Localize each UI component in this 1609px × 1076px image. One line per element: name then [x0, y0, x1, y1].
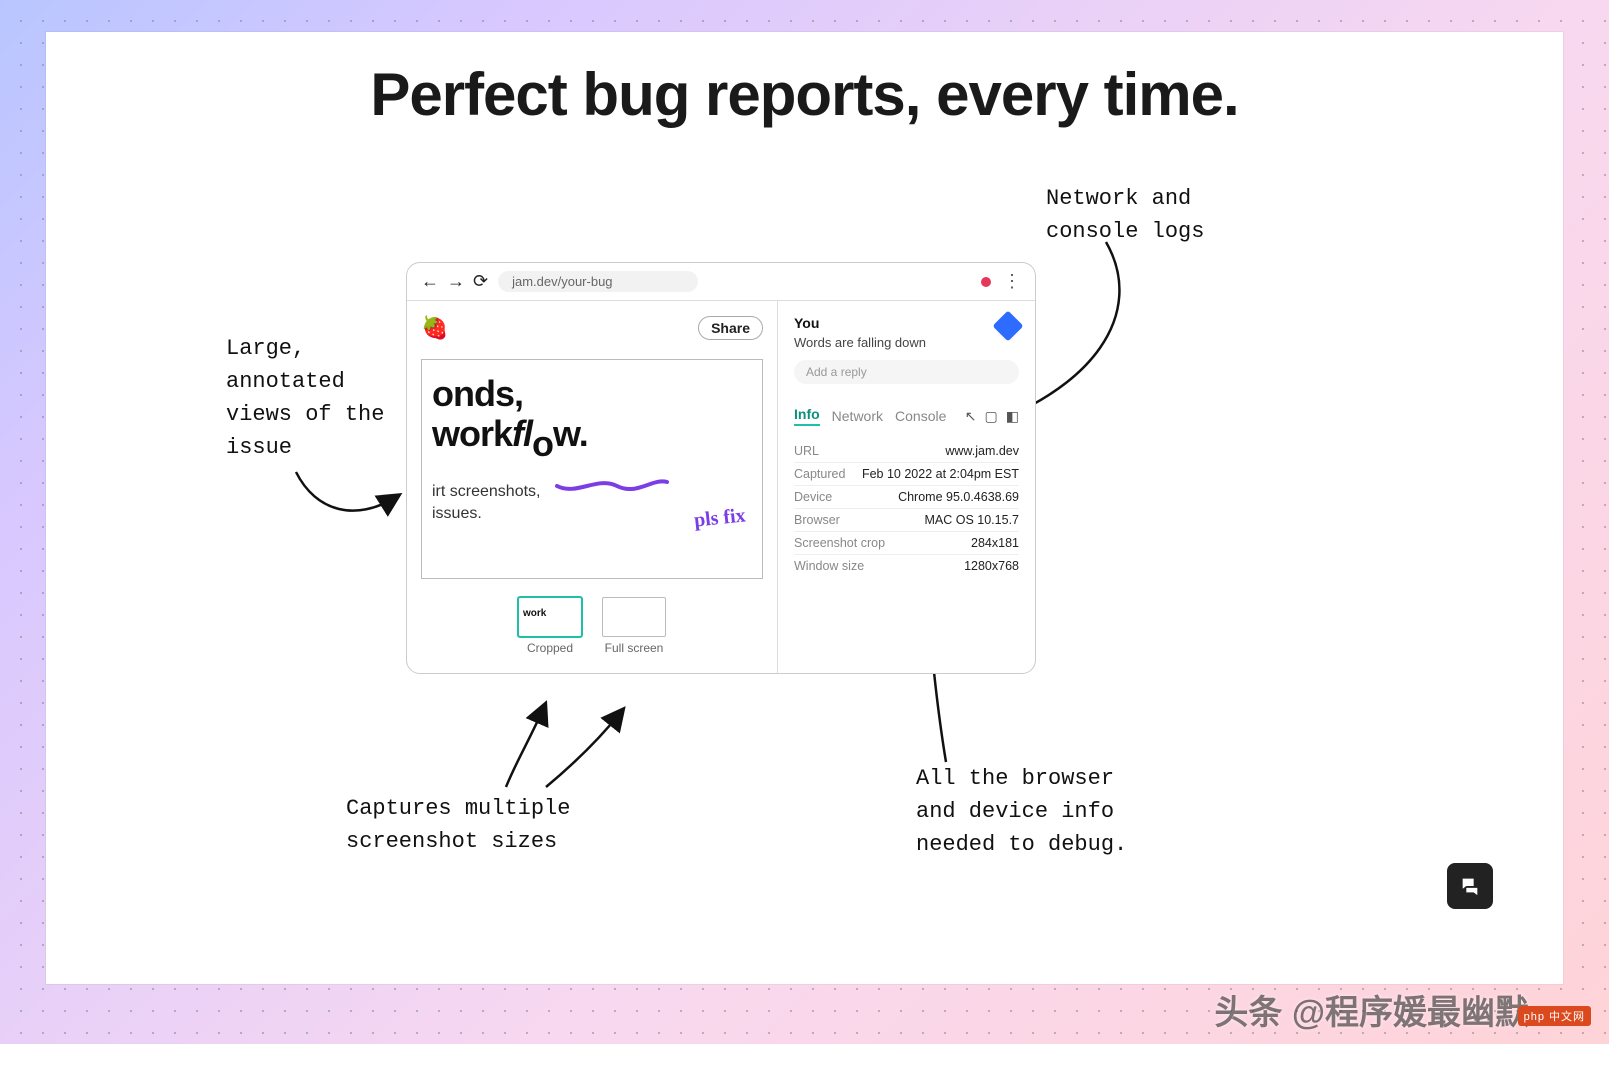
- window-outline-icon[interactable]: ▢: [985, 408, 998, 425]
- split-view-icon[interactable]: ◧: [1006, 408, 1019, 425]
- strawberry-icon: 🍓: [421, 315, 448, 341]
- thumb-fullscreen-image: [602, 597, 666, 637]
- extension-dot-icon[interactable]: [981, 277, 991, 287]
- info-row: BrowserMAC OS 10.15.7: [794, 508, 1019, 531]
- reply-input[interactable]: Add a reply: [794, 360, 1019, 384]
- annotation-bottom-left: Captures multiple screenshot sizes: [346, 792, 570, 858]
- watermark-badge: php 中文网: [1518, 1006, 1591, 1026]
- forward-icon[interactable]: →: [447, 271, 465, 292]
- page-title: Perfect bug reports, every time.: [46, 62, 1563, 128]
- annotation-right: Network and console logs: [1046, 182, 1204, 248]
- thumb-fullscreen-label: Full screen: [605, 641, 664, 655]
- screenshot-text-line1: onds,: [432, 373, 523, 414]
- squiggle-annotation-icon: [552, 468, 672, 498]
- comment-text: Words are falling down: [794, 335, 926, 350]
- tab-network[interactable]: Network: [832, 408, 883, 424]
- tab-console[interactable]: Console: [895, 408, 946, 424]
- screenshot-frame[interactable]: onds, workflow. irt screenshots, issues.…: [421, 359, 763, 579]
- screenshot-pane: 🍓 Share onds, workflow. irt screenshots,…: [407, 301, 777, 673]
- cursor-arrow-icon[interactable]: ↖: [965, 408, 977, 425]
- screenshot-text-line2w: w.: [553, 413, 588, 454]
- info-row: DeviceChrome 95.0.4638.69: [794, 485, 1019, 508]
- chat-bubbles-icon: [1459, 875, 1481, 897]
- back-icon[interactable]: ←: [421, 271, 439, 292]
- browser-window: ← → ⟳ jam.dev/your-bug ⋮ 🍓 Share onds,: [406, 262, 1036, 674]
- annotation-bottom-right: All the browser and device info needed t…: [916, 762, 1127, 861]
- info-table: URLwww.jam.dev CapturedFeb 10 2022 at 2:…: [794, 440, 1019, 577]
- thumb-cropped-label: Cropped: [527, 641, 573, 655]
- thumb-cropped[interactable]: Cropped: [518, 597, 582, 655]
- kebab-menu-icon[interactable]: ⋮: [1003, 271, 1021, 292]
- thumb-fullscreen[interactable]: Full screen: [602, 597, 666, 655]
- info-row: Screenshot crop284x181: [794, 531, 1019, 554]
- handwritten-note: pls fix: [693, 504, 747, 532]
- annotation-left: Large, annotated views of the issue: [226, 332, 426, 464]
- screenshot-text-line2fl: fl: [512, 413, 532, 454]
- info-row: URLwww.jam.dev: [794, 440, 1019, 462]
- comment-author: You: [794, 315, 926, 331]
- screenshot-text-line2o: o: [532, 424, 553, 464]
- tab-info[interactable]: Info: [794, 406, 820, 426]
- info-row: CapturedFeb 10 2022 at 2:04pm EST: [794, 462, 1019, 485]
- watermark-text: 头条 @程序媛最幽默: [1214, 985, 1529, 1034]
- stage: Perfect bug reports, every time. Large, …: [46, 32, 1563, 984]
- details-pane: You Words are falling down Add a reply I…: [777, 301, 1035, 673]
- info-row: Window size1280x768: [794, 554, 1019, 577]
- share-button[interactable]: Share: [698, 316, 763, 340]
- thumbnail-row: Cropped Full screen: [421, 597, 763, 655]
- screenshot-text-line2a: work: [432, 413, 512, 454]
- detail-tabs: Info Network Console ↖ ▢ ◧: [794, 406, 1019, 426]
- thumb-cropped-image: [518, 597, 582, 637]
- reload-icon[interactable]: ⟳: [473, 271, 488, 292]
- integration-jira-icon[interactable]: [992, 310, 1023, 341]
- browser-toolbar: ← → ⟳ jam.dev/your-bug ⋮: [407, 263, 1035, 301]
- chat-fab-button[interactable]: [1447, 863, 1493, 909]
- url-bar[interactable]: jam.dev/your-bug: [498, 271, 698, 292]
